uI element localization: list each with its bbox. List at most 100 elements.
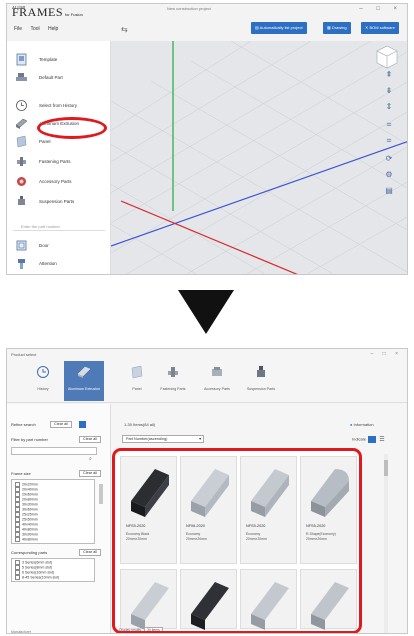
app-logo: ALUMI FRAMES for Fusion bbox=[12, 5, 83, 21]
product-card[interactable] bbox=[300, 569, 357, 630]
product-card[interactable]: NFS5-2020 R-Shape(Economy) 20mm×20mm bbox=[300, 456, 357, 564]
zoom-fit-icon[interactable]: ⇞ bbox=[383, 69, 395, 81]
pan-icon[interactable]: ⇟ bbox=[383, 85, 395, 97]
grid-view-icon[interactable] bbox=[368, 436, 377, 443]
sidebar-item-fastening-parts[interactable]: Fastening Parts bbox=[15, 153, 107, 171]
chevron-down-icon: ▾ bbox=[199, 437, 201, 441]
product-card[interactable] bbox=[180, 569, 237, 630]
pager: Display results 30 items bbox=[119, 627, 163, 631]
corresponding-parts-label: Corresponding parts bbox=[11, 550, 48, 555]
tab-panel[interactable]: Panel bbox=[117, 361, 157, 401]
template-icon bbox=[16, 53, 27, 66]
menu-tool[interactable]: Tool bbox=[30, 26, 39, 32]
bom-button[interactable]: ✕ BOM software bbox=[361, 22, 399, 34]
title-bar: ALUMI FRAMES for Fusion New construction … bbox=[7, 4, 407, 18]
sidebar-item-default-part[interactable]: Default Part bbox=[15, 69, 107, 87]
accessory-parts-icon bbox=[17, 177, 26, 186]
part-number-filter-label: Filter by part number bbox=[11, 437, 48, 442]
sidebar-item-suspension-parts[interactable]: Suspension Parts bbox=[15, 193, 107, 211]
product-card[interactable]: NF06-2020 Economy 20mm×20mm bbox=[180, 456, 237, 564]
extrusion-image bbox=[311, 469, 349, 517]
settings-icon[interactable]: ⚙ bbox=[383, 169, 395, 181]
attention-icon bbox=[18, 259, 25, 269]
align-icon[interactable]: ⇕ bbox=[383, 101, 395, 113]
refine-apply-icon[interactable] bbox=[79, 421, 86, 428]
3d-viewport[interactable] bbox=[111, 41, 407, 274]
undo-icon[interactable]: ⇆ bbox=[121, 25, 128, 34]
category-bar: History Aluminum Extrusion Panel Fasteni… bbox=[7, 359, 407, 403]
tab-history[interactable]: History bbox=[23, 361, 63, 401]
auto-list-button[interactable]: ▤ Automatically list project bbox=[251, 22, 307, 34]
scroll-thumb[interactable] bbox=[384, 460, 388, 476]
tab-accessory-parts[interactable]: Accessory Parts bbox=[197, 361, 237, 401]
tab-suspension-parts[interactable]: Suspension Parts bbox=[241, 361, 281, 401]
extrusion-image bbox=[131, 582, 169, 630]
menu-help[interactable]: Help bbox=[48, 26, 58, 32]
sidebar-item-attention[interactable]: Attention bbox=[15, 255, 107, 273]
view-toggle: Indicate ☰ bbox=[352, 436, 385, 443]
frame-size-scrollbar[interactable] bbox=[99, 484, 103, 504]
sort-select[interactable]: Part Number(ascending) ▾ bbox=[122, 435, 204, 443]
history-icon bbox=[16, 100, 27, 111]
rotate-icon[interactable]: ⟳ bbox=[383, 153, 395, 165]
logo-super: ALUMI bbox=[12, 5, 26, 10]
product-card[interactable] bbox=[120, 569, 177, 630]
part-number-filter-input[interactable] bbox=[11, 447, 97, 455]
aluminum-extrusion-icon bbox=[15, 118, 28, 129]
menu-file[interactable]: File bbox=[14, 26, 22, 32]
corresponding-option[interactable]: 8-45 Series(10mm slot) bbox=[15, 575, 59, 580]
suspension-parts-icon bbox=[257, 366, 265, 377]
fastening-parts-icon bbox=[168, 367, 178, 377]
window-controls[interactable]: – □ × bbox=[359, 6, 403, 12]
extrusion-image bbox=[191, 582, 229, 630]
frame-size-option[interactable]: 40x80mm bbox=[15, 537, 38, 542]
extrusion-image bbox=[191, 469, 229, 517]
app-window: ALUMI FRAMES for Fusion New construction … bbox=[6, 3, 408, 275]
tab-aluminum-extrusion[interactable]: Aluminum Extrusion bbox=[64, 361, 104, 401]
default-part-icon bbox=[16, 73, 27, 81]
list-view-icon[interactable]: ☰ bbox=[379, 437, 384, 443]
results-scrollbar[interactable] bbox=[384, 454, 388, 633]
filter-panel: Refine search Clear all Filter by part n… bbox=[7, 404, 111, 633]
product-card[interactable] bbox=[240, 569, 297, 630]
sidebar-item-door[interactable]: Door bbox=[15, 237, 107, 255]
panel-icon bbox=[16, 135, 27, 148]
suspension-parts-icon bbox=[18, 196, 25, 205]
contract-icon[interactable]: ⌗ bbox=[383, 135, 395, 147]
results-panel: 1-30 Items(84 all) ● Information Part Nu… bbox=[112, 404, 407, 633]
filter-search-icon[interactable]: ⌕ bbox=[89, 456, 92, 462]
tab-fastening-parts[interactable]: Fastening Parts bbox=[153, 361, 193, 401]
information-link[interactable]: ● Information bbox=[350, 422, 374, 427]
sidebar-item-accessory-parts[interactable]: Accessory Parts bbox=[15, 173, 107, 191]
product-grid-highlight: NFS5-2020 Economy Black 20mm×20mm NF06-2… bbox=[112, 448, 362, 633]
part-number-search-input[interactable]: Enter the part number bbox=[13, 222, 105, 231]
refine-clear-all-button[interactable]: Clear all bbox=[50, 421, 72, 428]
product-card[interactable]: NFS5-2020 Economy Black 20mm×20mm bbox=[120, 456, 177, 564]
frame-size-clear-all-button[interactable]: Clear all bbox=[79, 470, 101, 477]
part-category-panel: Template Default Part Select from Histor… bbox=[7, 41, 111, 274]
product-select-dialog: Product select – □ × History Aluminum Ex… bbox=[6, 348, 408, 634]
product-card[interactable]: NFS5-2020 Economy 20mm×20mm bbox=[240, 456, 297, 564]
part-number-clear-all-button[interactable]: Clear all bbox=[79, 436, 101, 443]
sidebar-item-history[interactable]: Select from History bbox=[15, 97, 107, 115]
window-title: New construction project bbox=[167, 6, 211, 11]
frame-size-label: Frame size bbox=[11, 471, 31, 476]
expand-icon[interactable]: ⌗ bbox=[383, 119, 395, 131]
corresponding-clear-all-button[interactable]: Clear all bbox=[79, 549, 101, 556]
sidebar-item-template[interactable]: Template bbox=[15, 51, 107, 69]
grid-floor bbox=[111, 41, 407, 274]
accessory-parts-icon bbox=[212, 367, 222, 376]
drawing-button[interactable]: ▦ Drawing bbox=[323, 22, 351, 34]
toolbar: ⇆ ▤ Automatically list project ▦ Drawing… bbox=[111, 19, 407, 41]
extrusion-image bbox=[131, 469, 169, 517]
logo-suffix: for Fusion bbox=[65, 12, 83, 17]
highlight-aluminum-extrusion bbox=[37, 117, 107, 139]
extrusion-image bbox=[251, 582, 289, 630]
dialog-window-controls[interactable]: – □ × bbox=[371, 351, 403, 357]
result-count: 1-30 Items(84 all) bbox=[124, 422, 156, 427]
dialog-title: Product select bbox=[11, 352, 37, 357]
page-size-select[interactable]: 30 items bbox=[144, 627, 163, 631]
menu-bar: File Tool Help bbox=[7, 26, 58, 38]
layers-icon[interactable]: ▤ bbox=[383, 185, 395, 197]
aluminum-extrusion-icon bbox=[77, 366, 91, 378]
